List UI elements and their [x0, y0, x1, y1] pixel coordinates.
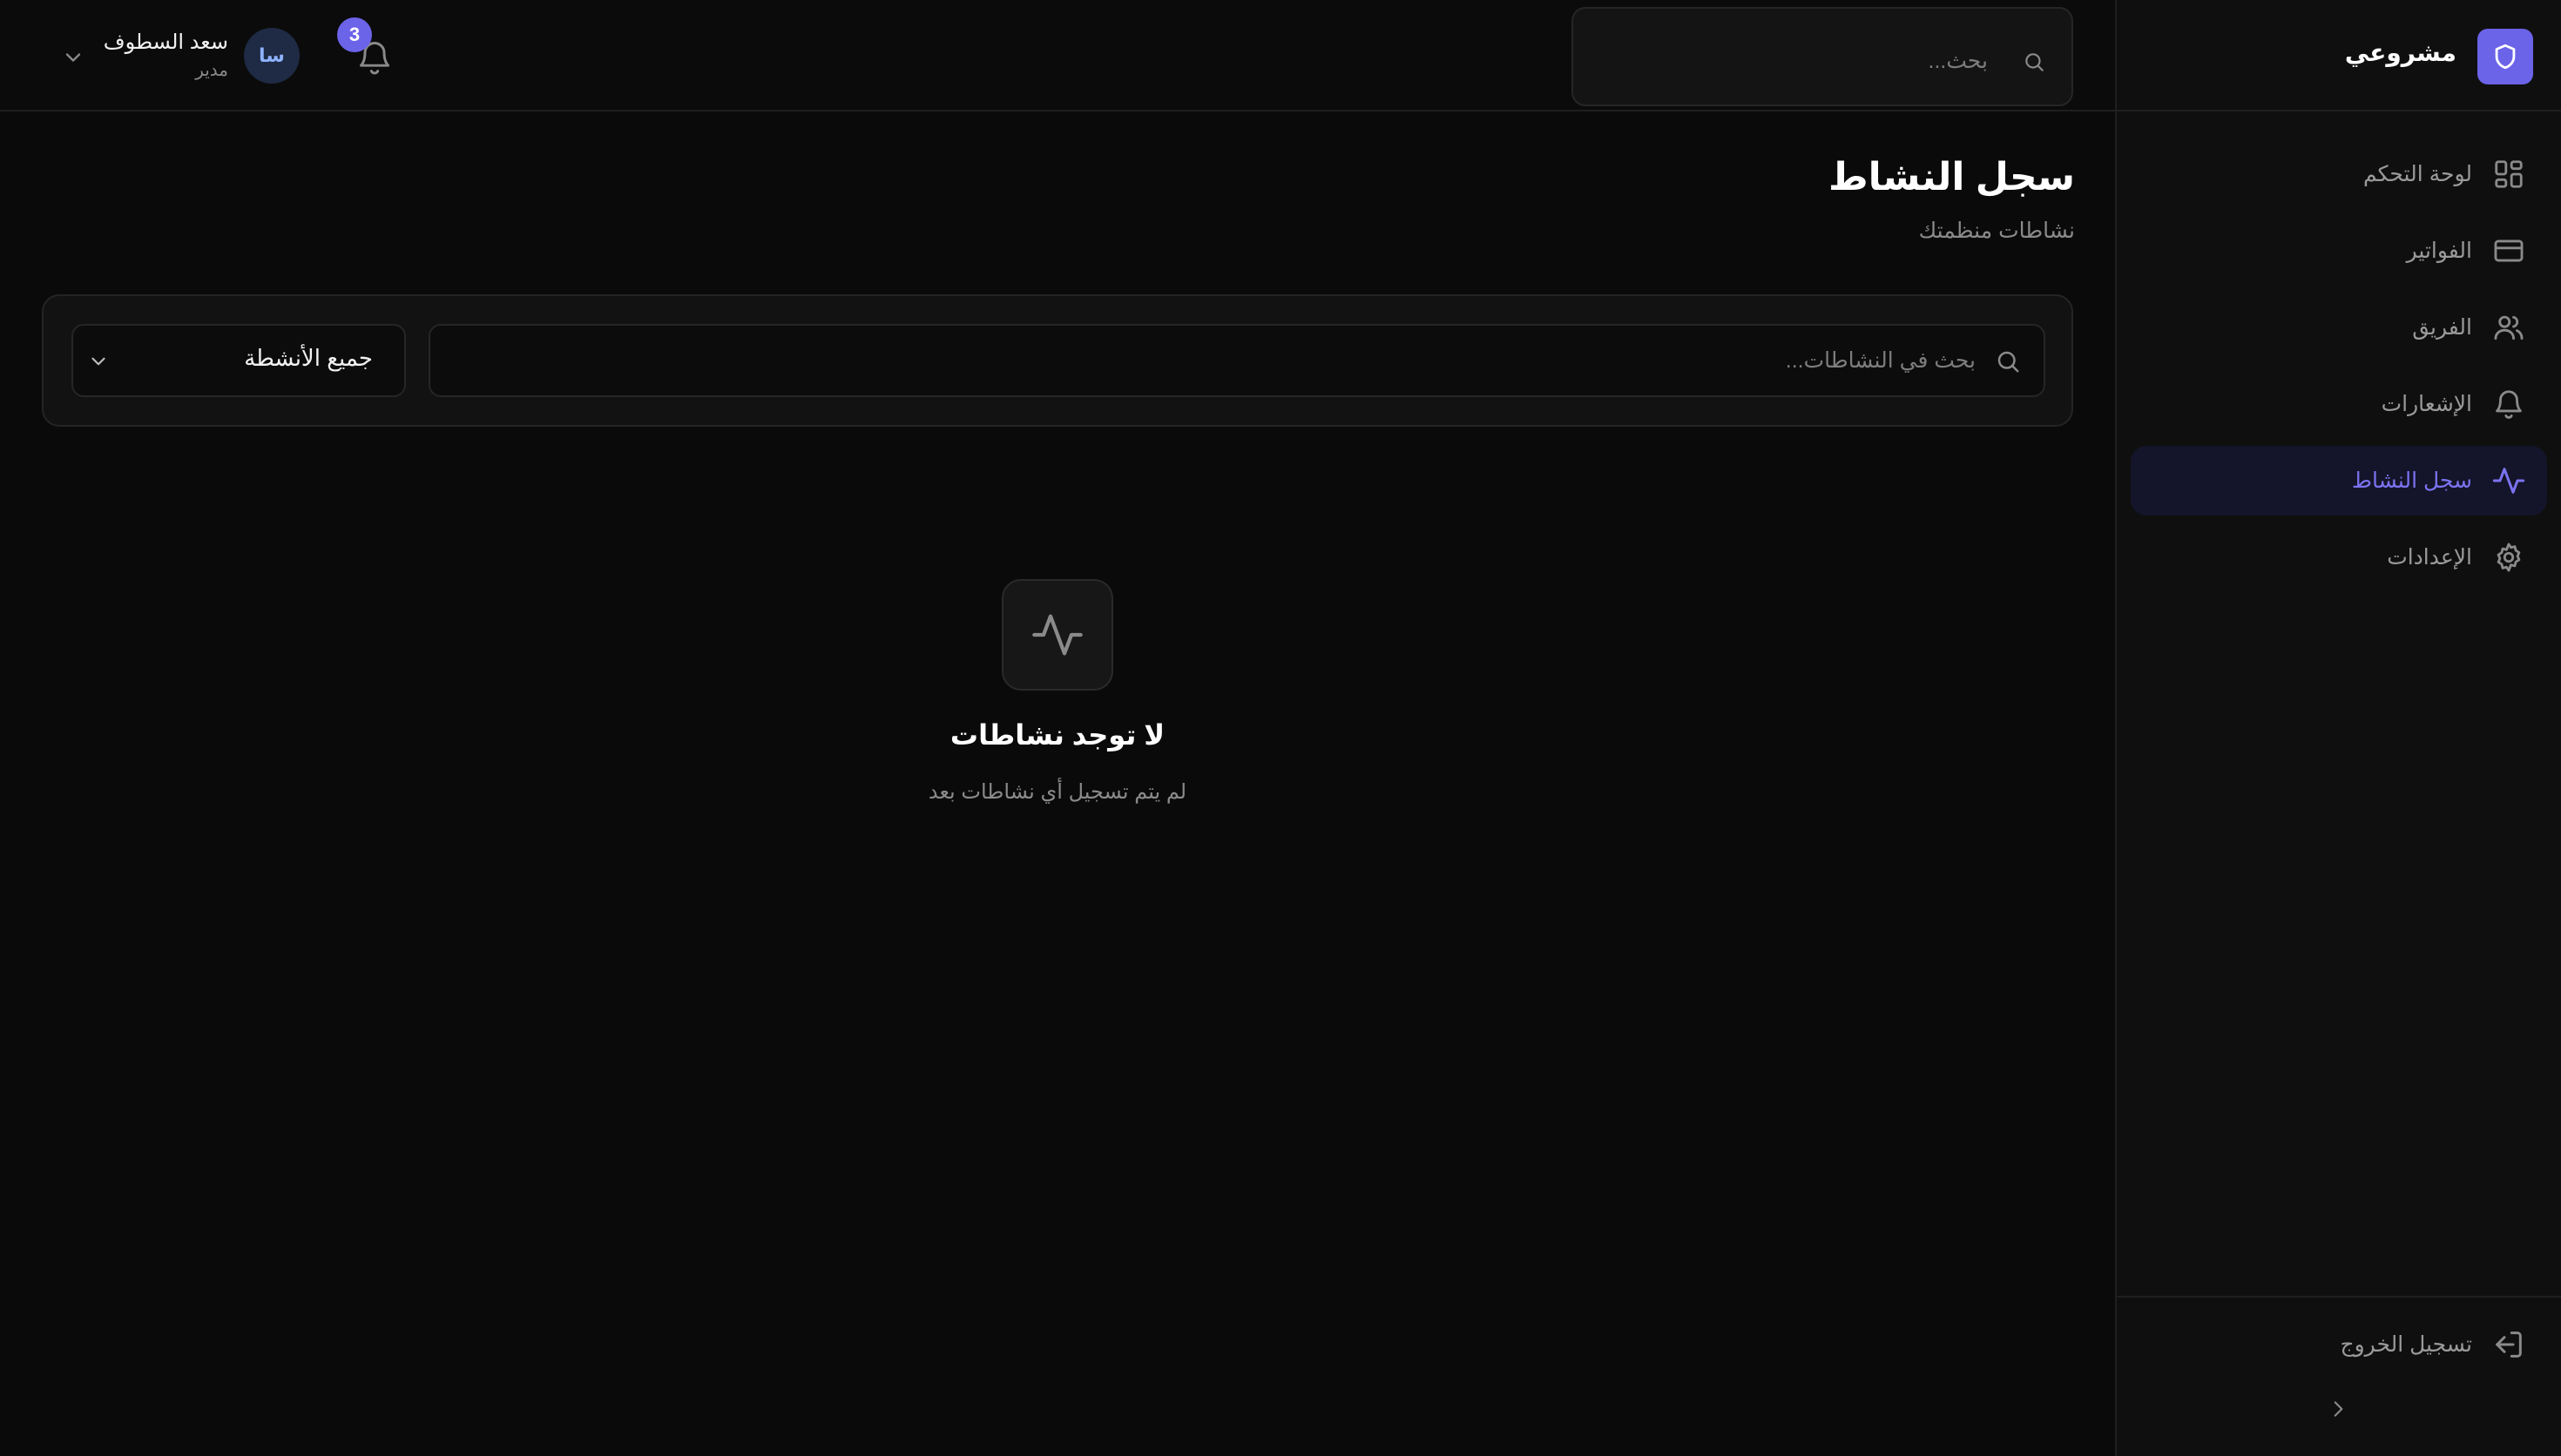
- select-value: جميع الأنشطة: [244, 345, 373, 371]
- sidebar-item-notifications[interactable]: الإشعارات: [2131, 369, 2547, 439]
- sidebar-item-label: الإشعارات: [2381, 392, 2472, 416]
- credit-card-icon: [2491, 233, 2526, 268]
- page-subtitle: نشاطات منظمتك: [1918, 219, 2075, 243]
- sidebar-item-team[interactable]: الفريق: [2131, 293, 2547, 362]
- sidebar-item-invoices[interactable]: الفواتير: [2131, 216, 2547, 286]
- user-role: مدير: [195, 61, 228, 80]
- global-search-input[interactable]: [1639, 44, 1988, 78]
- bell-icon: [2491, 387, 2526, 421]
- sidebar-item-settings[interactable]: الإعدادات: [2131, 522, 2547, 592]
- gear-icon: [2491, 540, 2526, 575]
- avatar: سا: [244, 28, 300, 84]
- logout-label: تسجيل الخروج: [2340, 1332, 2472, 1357]
- page-title: سجل النشاط: [1828, 156, 2075, 199]
- sidebar-item-label: الإعدادات: [2387, 545, 2472, 570]
- app-root: مشروعي لوحة التحكم الفواتير الفريق الإشع…: [0, 0, 2561, 1456]
- empty-state-title: لا توجد نشاطات: [949, 719, 1166, 751]
- users-icon: [2491, 310, 2526, 345]
- filter-bar: جميع الأنشطة: [42, 294, 2073, 427]
- brand[interactable]: مشروعي: [2115, 0, 2561, 111]
- sidebar-footer: تسجيل الخروج: [2115, 1296, 2561, 1456]
- logout-button[interactable]: تسجيل الخروج: [2340, 1327, 2526, 1362]
- search-icon: [2023, 51, 2045, 73]
- dashboard-grid-icon: [2491, 157, 2526, 192]
- sidebar-item-label: الفريق: [2412, 315, 2472, 340]
- notifications-count-badge: 3: [337, 17, 372, 52]
- chevron-down-icon: [61, 45, 85, 70]
- user-menu[interactable]: سا سعد السطوف مدير: [61, 23, 305, 89]
- sidebar: مشروعي لوحة التحكم الفواتير الفريق الإشع…: [2115, 0, 2561, 1456]
- activity-type-select[interactable]: جميع الأنشطة: [71, 324, 406, 397]
- activity-search[interactable]: [429, 324, 2045, 397]
- sidebar-item-label: سجل النشاط: [2351, 468, 2472, 493]
- sidebar-item-label: الفواتير: [2406, 239, 2472, 263]
- shield-icon: [2477, 29, 2533, 84]
- brand-name: مشروعي: [2344, 39, 2456, 66]
- user-name: سعد السطوف: [103, 30, 228, 54]
- logout-icon: [2491, 1327, 2526, 1362]
- chevron-right-icon[interactable]: [2324, 1395, 2352, 1423]
- global-search[interactable]: [1571, 7, 2073, 106]
- activity-search-input[interactable]: [495, 343, 1976, 378]
- main-content: سجل النشاط نشاطات منظمتك جميع الأنشطة: [0, 111, 2115, 1456]
- search-icon: [1995, 348, 2021, 374]
- chevron-down-icon: [87, 350, 110, 373]
- sidebar-item-label: لوحة التحكم: [2362, 162, 2472, 186]
- empty-state: لا توجد نشاطات لم يتم تسجيل أي نشاطات بع…: [916, 579, 1199, 840]
- empty-state-subtitle: لم يتم تسجيل أي نشاطات بعد: [928, 780, 1187, 804]
- sidebar-item-dashboard[interactable]: لوحة التحكم: [2131, 139, 2547, 209]
- activity-icon: [1002, 579, 1113, 691]
- sidebar-item-activity-log[interactable]: سجل النشاط: [2131, 446, 2547, 516]
- topbar: 3 سا سعد السطوف مدير: [0, 0, 2115, 111]
- activity-icon: [2491, 463, 2526, 498]
